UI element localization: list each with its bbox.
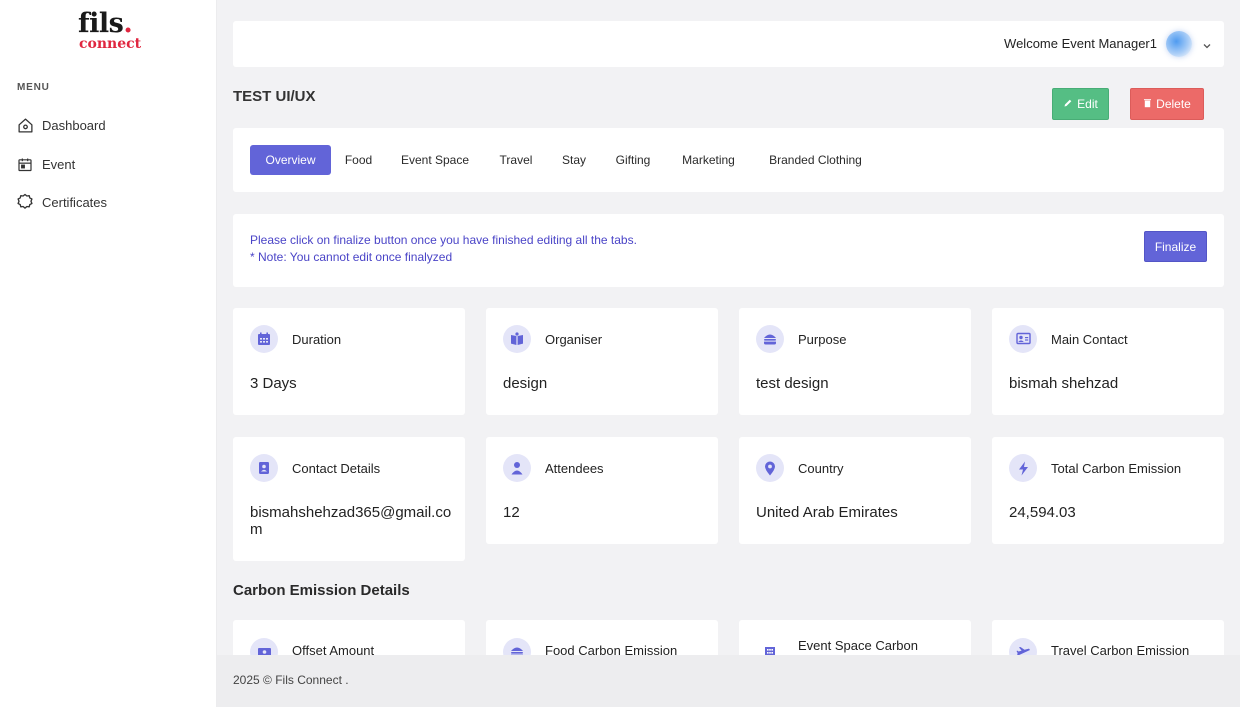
sidebar-item-certificates[interactable]: Certificates (16, 190, 107, 214)
carbon-card-travel: Travel Carbon Emission (992, 620, 1224, 660)
stat-card-organiser: Organiser design (486, 308, 718, 415)
welcome-text: Welcome Event Manager1 (1004, 36, 1157, 51)
sidebar-item-label: Dashboard (42, 117, 106, 133)
delete-button-label: Delete (1156, 97, 1191, 111)
burger-icon (756, 325, 784, 353)
stat-label: Contact Details (292, 461, 381, 476)
contact-card-icon (1009, 325, 1037, 353)
bolt-icon (1009, 454, 1037, 482)
finalize-button[interactable]: Finalize (1144, 231, 1207, 262)
page-title: TEST UI/UX (233, 88, 316, 105)
stat-value: design (503, 375, 548, 392)
stat-label: Duration (292, 332, 342, 347)
stat-card-main-contact: Main Contact bismah shehzad (992, 308, 1224, 415)
edit-button[interactable]: Edit (1052, 88, 1109, 120)
map-pin-icon (756, 454, 784, 482)
trash-icon (1143, 97, 1152, 111)
sidebar-item-label: Certificates (42, 194, 108, 210)
user-icon (503, 454, 531, 482)
sidebar-item-label: Event (42, 156, 76, 172)
stat-card-purpose: Purpose test design (739, 308, 971, 415)
carbon-card-food: Food Carbon Emission (486, 620, 718, 660)
stat-label: Event Space Carbon (798, 638, 918, 653)
sidebar-item-event[interactable]: Event (16, 152, 75, 176)
stat-card-country: Country United Arab Emirates (739, 437, 971, 544)
tab-branded-clothing[interactable]: Branded Clothing (758, 145, 873, 175)
stat-card-attendees: Attendees 12 (486, 437, 718, 544)
stat-value: 24,594.03 (1009, 504, 1076, 521)
edit-button-label: Edit (1077, 97, 1098, 111)
carbon-card-offset-amount: Offset Amount (233, 620, 465, 660)
home-icon (16, 116, 34, 134)
book-icon (503, 325, 531, 353)
stat-label: Organiser (545, 332, 603, 347)
id-badge-icon (250, 454, 278, 482)
stat-card-total-carbon-emission: Total Carbon Emission 24,594.03 (992, 437, 1224, 544)
stat-label: Attendees (545, 461, 604, 476)
stat-value: bismahshehzad365@gmail.com (250, 504, 452, 538)
pencil-icon (1063, 97, 1073, 111)
menu-label: MENU (17, 82, 50, 93)
avatar[interactable] (1166, 31, 1192, 57)
tab-gifting[interactable]: Gifting (607, 145, 659, 175)
logo-subtext: connect (79, 36, 142, 52)
stat-value: test design (756, 375, 829, 392)
certificate-icon (16, 193, 34, 211)
tab-bar: Overview Food Event Space Travel Stay Gi… (233, 128, 1224, 192)
logo-text: fils (78, 8, 124, 39)
chevron-down-icon[interactable] (1202, 38, 1212, 49)
stat-label: Country (798, 461, 844, 476)
section-title: Carbon Emission Details (233, 582, 410, 599)
stat-card-contact-details: Contact Details bismahshehzad365@gmail.c… (233, 437, 465, 561)
tab-event-space[interactable]: Event Space (392, 145, 478, 175)
notice-note: * Note: You cannot edit once finalyzed (250, 250, 453, 264)
stat-card-duration: Duration 3 Days (233, 308, 465, 415)
footer: 2025 © Fils Connect . (217, 655, 1240, 707)
top-bar: Welcome Event Manager1 (233, 21, 1224, 67)
stat-label: Main Contact (1051, 332, 1128, 347)
tab-marketing[interactable]: Marketing (672, 145, 745, 175)
calendar-icon (16, 155, 34, 173)
stat-value: bismah shehzad (1009, 375, 1119, 392)
stat-value: 3 Days (250, 375, 297, 392)
delete-button[interactable]: Delete (1130, 88, 1204, 120)
logo[interactable]: fils. connect (78, 10, 144, 54)
footer-copyright: 2025 © Fils Connect . (233, 673, 349, 687)
tab-travel[interactable]: Travel (491, 145, 541, 175)
finalize-notice: Please click on finalize button once you… (233, 214, 1224, 287)
carbon-card-event-space: Event Space Carbon (739, 620, 971, 660)
stat-label: Purpose (798, 332, 847, 347)
tab-overview[interactable]: Overview (250, 145, 331, 175)
tab-stay[interactable]: Stay (554, 145, 594, 175)
stat-value: United Arab Emirates (756, 504, 898, 521)
calendar-grid-icon (250, 325, 278, 353)
tab-food[interactable]: Food (337, 145, 380, 175)
stat-label: Total Carbon Emission (1051, 461, 1182, 476)
stat-value: 12 (503, 504, 520, 521)
notice-text: Please click on finalize button once you… (250, 233, 637, 247)
logo-dot: . (123, 8, 133, 39)
sidebar: fils. connect MENU Dashboard Event Certi… (0, 0, 217, 707)
sidebar-item-dashboard[interactable]: Dashboard (16, 113, 106, 137)
